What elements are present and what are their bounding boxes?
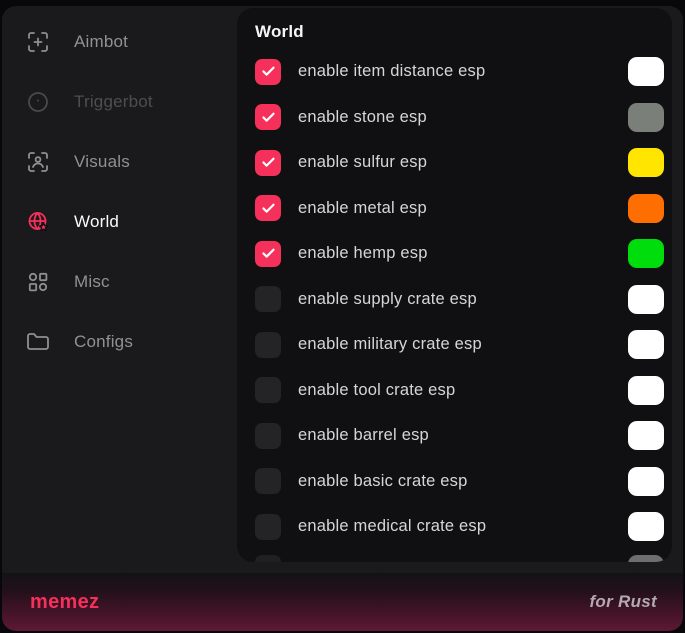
page-title: World: [255, 22, 664, 42]
shapes-grid-icon: [26, 270, 50, 294]
settings-list: enable item distance esp enable stone es…: [255, 49, 664, 562]
setting-label: enable stone esp: [298, 108, 628, 127]
sidebar-item-configs[interactable]: Configs: [2, 312, 237, 372]
setting-label: enable hemp esp: [298, 244, 628, 263]
checkbox-partial[interactable]: [255, 555, 281, 563]
color-swatch[interactable]: [628, 421, 664, 450]
color-swatch[interactable]: [628, 285, 664, 314]
setting-label: enable basic crate esp: [298, 472, 628, 491]
color-swatch[interactable]: [628, 57, 664, 86]
color-swatch[interactable]: [628, 239, 664, 268]
setting-row: enable hemp esp: [255, 231, 664, 277]
checkbox[interactable]: [255, 423, 281, 449]
color-swatch-partial[interactable]: [628, 555, 664, 563]
sidebar-item-label: Misc: [74, 272, 110, 292]
circle-dot-icon: [26, 90, 50, 114]
setting-label: enable supply crate esp: [298, 290, 628, 309]
check-icon: [261, 201, 276, 216]
setting-row: enable item distance esp: [255, 49, 664, 95]
setting-label: enable military crate esp: [298, 335, 628, 354]
checkbox[interactable]: [255, 377, 281, 403]
sidebar-item-label: Triggerbot: [74, 92, 153, 112]
partial-setting-row: [255, 555, 664, 563]
checkbox[interactable]: [255, 150, 281, 176]
setting-label: enable metal esp: [298, 199, 628, 218]
checkbox[interactable]: [255, 332, 281, 358]
globe-star-icon: [26, 210, 50, 234]
cheat-menu-window: Aimbot Triggerbot Visuals World Misc Con…: [2, 6, 683, 631]
crosshair-icon: [26, 30, 50, 54]
setting-label: enable barrel esp: [298, 426, 628, 445]
checkbox[interactable]: [255, 195, 281, 221]
setting-row: enable barrel esp: [255, 413, 664, 459]
color-swatch[interactable]: [628, 194, 664, 223]
tagline-label: for Rust: [589, 592, 657, 612]
setting-row: enable stone esp: [255, 95, 664, 141]
color-swatch[interactable]: [628, 376, 664, 405]
color-swatch[interactable]: [628, 148, 664, 177]
sidebar-item-label: Configs: [74, 332, 133, 352]
setting-label: enable medical crate esp: [298, 517, 628, 536]
setting-row: enable metal esp: [255, 186, 664, 232]
user-scan-icon: [26, 150, 50, 174]
footer-bar: memez for Rust: [2, 573, 683, 631]
setting-row: enable military crate esp: [255, 322, 664, 368]
checkbox[interactable]: [255, 59, 281, 85]
world-panel: World enable item distance esp enable st…: [237, 8, 672, 562]
brand-label: memez: [30, 591, 99, 614]
setting-row: enable supply crate esp: [255, 277, 664, 323]
sidebar-item-label: World: [74, 212, 119, 232]
sidebar-item-triggerbot[interactable]: Triggerbot: [2, 72, 237, 132]
color-swatch[interactable]: [628, 103, 664, 132]
setting-label: enable item distance esp: [298, 62, 628, 81]
setting-row: enable sulfur esp: [255, 140, 664, 186]
sidebar-item-world[interactable]: World: [2, 192, 237, 252]
setting-row: enable basic crate esp: [255, 459, 664, 505]
folder-icon: [26, 330, 50, 354]
sidebar-item-misc[interactable]: Misc: [2, 252, 237, 312]
check-icon: [261, 246, 276, 261]
check-icon: [261, 64, 276, 79]
checkbox[interactable]: [255, 286, 281, 312]
setting-row: enable medical crate esp: [255, 504, 664, 550]
color-swatch[interactable]: [628, 512, 664, 541]
setting-label: enable tool crate esp: [298, 381, 628, 400]
sidebar-item-label: Visuals: [74, 152, 130, 172]
setting-row: enable tool crate esp: [255, 368, 664, 414]
check-icon: [261, 155, 276, 170]
sidebar-item-visuals[interactable]: Visuals: [2, 132, 237, 192]
checkbox[interactable]: [255, 468, 281, 494]
checkbox[interactable]: [255, 104, 281, 130]
checkbox[interactable]: [255, 241, 281, 267]
setting-label: enable sulfur esp: [298, 153, 628, 172]
sidebar-item-label: Aimbot: [74, 32, 128, 52]
color-swatch[interactable]: [628, 467, 664, 496]
sidebar: Aimbot Triggerbot Visuals World Misc Con…: [2, 6, 237, 573]
sidebar-item-aimbot[interactable]: Aimbot: [2, 12, 237, 72]
check-icon: [261, 110, 276, 125]
color-swatch[interactable]: [628, 330, 664, 359]
checkbox[interactable]: [255, 514, 281, 540]
